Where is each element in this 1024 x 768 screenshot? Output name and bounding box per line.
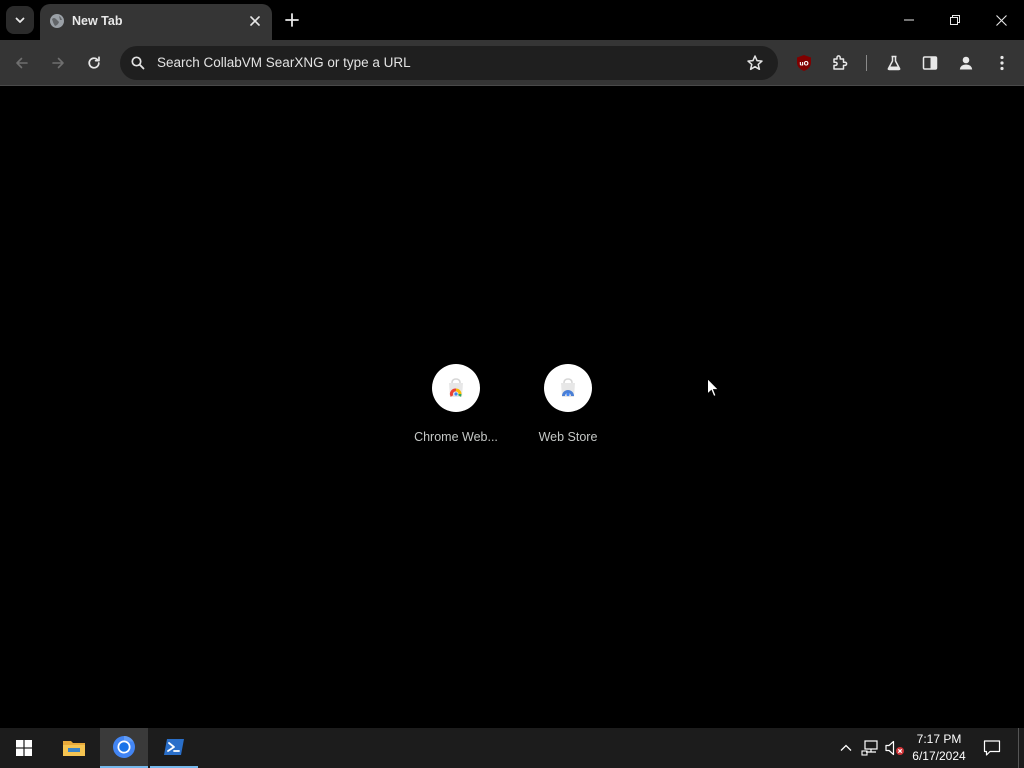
tab-close-button[interactable] xyxy=(246,12,264,30)
side-panel-button[interactable] xyxy=(916,49,944,77)
bookmark-star-icon[interactable] xyxy=(746,54,764,72)
taskbar-chrome[interactable] xyxy=(100,728,148,768)
side-panel-icon xyxy=(922,56,938,70)
windows-logo-icon xyxy=(16,740,32,756)
ublock-label: uO xyxy=(799,61,808,68)
address-bar-placeholder: Search CollabVM SearXNG or type a URL xyxy=(157,55,411,70)
extensions-button[interactable] xyxy=(826,49,854,77)
show-desktop-button[interactable] xyxy=(1018,728,1024,768)
network-tray-button[interactable] xyxy=(860,738,880,758)
arrow-right-icon xyxy=(52,57,64,69)
restore-icon xyxy=(950,15,960,25)
shortcut-icon-circle xyxy=(432,364,480,412)
shortcut-icon-circle xyxy=(544,364,592,412)
forward-button[interactable] xyxy=(44,49,72,77)
shortcut-label: Web Store xyxy=(538,430,598,444)
restore-button[interactable] xyxy=(932,0,978,40)
close-icon xyxy=(995,14,1007,26)
browser-toolbar: Search CollabVM SearXNG or type a URL uO xyxy=(0,40,1024,86)
tab-strip: New Tab xyxy=(0,0,1024,40)
arrow-left-icon xyxy=(16,57,28,69)
person-icon xyxy=(959,56,973,70)
chevron-down-icon xyxy=(15,17,25,23)
ublock-extension-button[interactable]: uO xyxy=(790,49,818,77)
search-icon xyxy=(131,56,145,70)
action-center-button[interactable] xyxy=(978,728,1006,768)
tab-title: New Tab xyxy=(72,14,123,28)
shortcut-label: Chrome Web... xyxy=(414,430,498,444)
taskbar-powershell[interactable] xyxy=(150,728,198,768)
shortcut-chrome-web-store[interactable]: Chrome Web... xyxy=(400,364,512,454)
more-vert-icon xyxy=(1000,55,1004,71)
close-icon xyxy=(250,16,260,26)
puzzle-piece-icon xyxy=(833,55,848,70)
start-button[interactable] xyxy=(0,728,48,768)
folder-icon xyxy=(63,741,85,756)
system-clock[interactable]: 7:17 PM 6/17/2024 xyxy=(906,731,972,765)
flask-icon xyxy=(887,55,901,71)
show-hidden-icons-button[interactable] xyxy=(836,738,856,758)
desktop-screen: New Tab Search CollabVM SearXNG or type … xyxy=(0,0,1024,768)
reload-icon xyxy=(88,56,100,69)
tab-new-tab[interactable]: New Tab xyxy=(40,4,272,40)
taskbar-file-explorer[interactable] xyxy=(50,728,98,768)
mouse-cursor-icon xyxy=(707,378,719,398)
minimize-button[interactable] xyxy=(886,0,932,40)
taskbar: 7:17 PM 6/17/2024 xyxy=(0,728,1024,768)
ublock-origin-icon: uO xyxy=(797,55,811,71)
clock-time: 7:17 PM xyxy=(916,732,962,746)
globe-icon xyxy=(50,14,64,28)
address-bar[interactable]: Search CollabVM SearXNG or type a URL xyxy=(120,46,778,80)
tab-search-button[interactable] xyxy=(6,6,34,34)
reload-button[interactable] xyxy=(80,49,108,77)
network-icon xyxy=(861,740,878,756)
web-store-icon xyxy=(561,378,575,397)
volume-tray-button[interactable] xyxy=(885,738,905,758)
close-window-button[interactable] xyxy=(978,0,1024,40)
menu-button[interactable] xyxy=(988,49,1016,77)
profile-button[interactable] xyxy=(952,49,980,77)
volume-muted-icon xyxy=(885,740,904,756)
back-button[interactable] xyxy=(8,49,36,77)
labs-button[interactable] xyxy=(880,49,908,77)
chrome-web-store-icon xyxy=(449,378,463,397)
powershell-icon xyxy=(164,739,184,755)
clock-date: 6/17/2024 xyxy=(912,749,966,763)
new-tab-button[interactable] xyxy=(280,8,304,32)
shortcut-web-store[interactable]: Web Store xyxy=(512,364,624,454)
chevron-up-icon xyxy=(840,744,852,751)
new-tab-page: Chrome Web... Web Store xyxy=(0,87,1024,728)
minimize-icon xyxy=(904,19,914,21)
plus-icon xyxy=(285,13,299,27)
toolbar-divider xyxy=(866,55,867,71)
notification-icon xyxy=(983,740,1001,756)
chrome-icon xyxy=(113,736,135,758)
